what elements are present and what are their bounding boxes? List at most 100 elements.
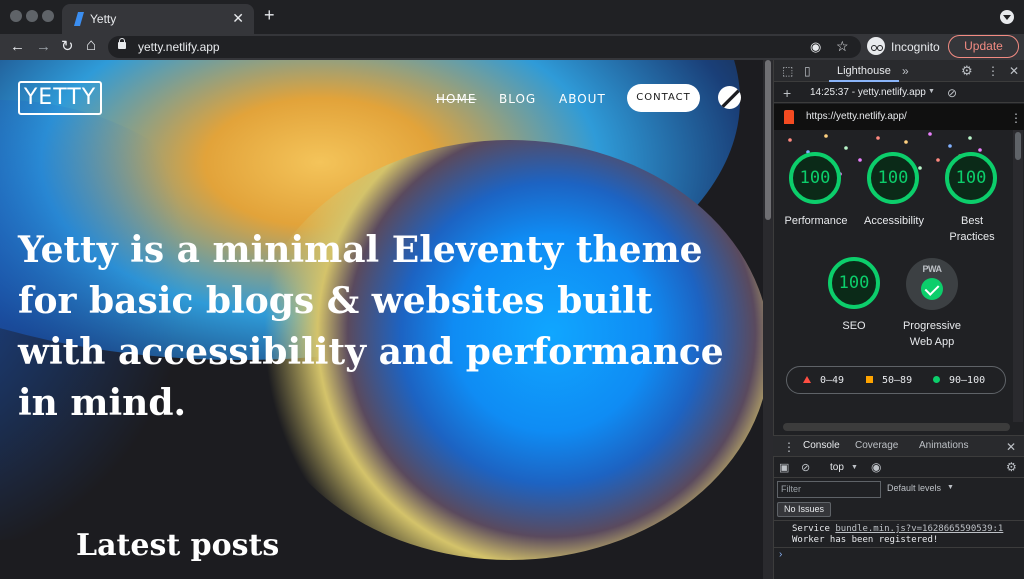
latest-posts-heading: Latest posts: [76, 528, 280, 563]
maximize-window-button[interactable]: [42, 10, 54, 22]
browser-toolbar: ← → ↻ ⌂ yetty.netlify.app ◉ ☆ Incognito …: [0, 34, 1024, 60]
sidebar-toggle-icon[interactable]: ▣: [779, 461, 789, 474]
tab-animations[interactable]: Animations: [919, 440, 968, 451]
device-toolbar-icon[interactable]: ▯: [804, 64, 811, 78]
live-expression-icon[interactable]: ◉: [871, 460, 881, 474]
pwa-label: Progressive Web App: [902, 320, 962, 348]
legend-fail: 0–49: [820, 375, 845, 386]
chevron-down-icon[interactable]: ▼: [947, 484, 954, 491]
tab-search-icon[interactable]: [1000, 10, 1014, 24]
score-legend: 0–49 50–89 90–100: [786, 366, 1006, 394]
incognito-icon[interactable]: [867, 37, 885, 55]
report-url-bar: https://yetty.netlify.app/ ⋮: [774, 104, 1024, 130]
nav-blog-link[interactable]: BLOG: [499, 92, 536, 106]
clear-console-icon[interactable]: ⊘: [801, 461, 810, 474]
drawer-close-icon[interactable]: ✕: [1006, 440, 1016, 454]
log-prefix: Service: [792, 524, 836, 534]
lighthouse-scrollbar-thumb[interactable]: [1015, 132, 1021, 160]
lighthouse-toolbar: + 14:25:37 - yetty.netlify.app ▼ ⊘: [774, 83, 1024, 103]
console-prompt[interactable]: ›: [779, 549, 782, 560]
horizontal-scrollbar[interactable]: [783, 423, 1010, 431]
new-report-icon[interactable]: +: [783, 85, 791, 101]
bookmark-star-icon[interactable]: ☆: [836, 38, 849, 55]
performance-score: 100: [799, 168, 831, 188]
chevron-down-icon[interactable]: ▼: [851, 464, 858, 471]
console-toolbar: ▣ ⊘ top ▼ ◉ ⚙: [773, 458, 1024, 478]
home-icon[interactable]: ⌂: [86, 35, 96, 55]
hero-heading: Yetty is a minimal Eleventy theme for ba…: [18, 229, 724, 424]
log-levels-dropdown[interactable]: Default levels: [887, 483, 941, 493]
clear-reports-icon[interactable]: ⊘: [947, 86, 957, 100]
pass-circle-icon: [933, 376, 940, 383]
incognito-label[interactable]: Incognito: [891, 40, 940, 54]
address-bar[interactable]: yetty.netlify.app ◉ ☆: [108, 36, 861, 58]
performance-gauge[interactable]: 100: [789, 152, 841, 204]
report-selector[interactable]: 14:25:37 - yetty.netlify.app: [810, 87, 926, 98]
console-log-line-1: Service bundle.min.js?v=1628665590539:1: [792, 524, 1003, 534]
inspect-element-icon[interactable]: ⬚: [782, 64, 793, 78]
report-url[interactable]: https://yetty.netlify.app/: [806, 111, 907, 122]
reload-icon[interactable]: ↻: [61, 37, 74, 57]
report-menu-icon[interactable]: ⋮: [1010, 111, 1022, 125]
fail-triangle-icon: [803, 376, 811, 383]
check-icon: [921, 278, 943, 300]
performance-label: Performance: [784, 215, 848, 227]
kebab-menu-icon[interactable]: ⋮: [987, 64, 999, 78]
tab-close-icon[interactable]: ✕: [232, 10, 244, 27]
accessibility-label: Accessibility: [864, 215, 924, 227]
nav-home-link[interactable]: HOME: [436, 92, 476, 106]
best-practices-score: 100: [955, 168, 987, 188]
theme-toggle-icon[interactable]: [718, 86, 741, 109]
drawer-menu-icon[interactable]: ⋮: [783, 440, 795, 454]
best-practices-label: Best Practices: [949, 215, 995, 243]
chevron-down-icon[interactable]: ▼: [928, 88, 935, 95]
pwa-badge[interactable]: PWA: [906, 258, 958, 310]
minimize-window-button[interactable]: [26, 10, 38, 22]
page-scrollbar[interactable]: [763, 60, 773, 579]
average-square-icon: [866, 376, 873, 383]
log-source-link[interactable]: bundle.min.js?v=1628665590539:1: [835, 524, 1003, 534]
new-tab-button[interactable]: +: [264, 5, 275, 26]
console-filter-input[interactable]: Filter: [777, 481, 881, 498]
close-window-button[interactable]: [10, 10, 22, 22]
context-selector[interactable]: top: [830, 462, 844, 473]
gear-icon[interactable]: ⚙: [961, 63, 973, 79]
eye-off-icon[interactable]: ◉: [810, 39, 821, 55]
issues-button[interactable]: No Issues: [777, 502, 831, 517]
seo-label: SEO: [842, 320, 866, 332]
tab-coverage[interactable]: Coverage: [855, 440, 898, 451]
update-button[interactable]: Update: [948, 35, 1019, 58]
contact-button[interactable]: CONTACT: [627, 84, 700, 112]
nav-about-link[interactable]: ABOUT: [559, 92, 606, 106]
close-icon[interactable]: ✕: [1009, 64, 1019, 78]
browser-tab-bar: Yetty ✕ +: [0, 0, 1024, 34]
pwa-badge-text: PWA: [922, 264, 942, 274]
tab-title: Yetty: [90, 12, 117, 26]
forward-icon[interactable]: →: [36, 37, 51, 57]
best-practices-gauge[interactable]: 100: [945, 152, 997, 204]
url-text[interactable]: yetty.netlify.app: [138, 40, 220, 54]
lighthouse-scrollbar[interactable]: [1013, 130, 1023, 422]
page-scrollbar-thumb[interactable]: [765, 60, 771, 220]
tab-lighthouse[interactable]: Lighthouse: [829, 60, 899, 82]
yetty-favicon-icon: [74, 12, 84, 26]
back-icon[interactable]: ←: [10, 37, 25, 57]
lighthouse-logo-icon: [784, 110, 794, 124]
tab-console[interactable]: Console: [803, 440, 840, 451]
accessibility-gauge[interactable]: 100: [867, 152, 919, 204]
seo-score: 100: [838, 273, 870, 293]
page-viewport: YETTY HOME BLOG ABOUT CONTACT Yetty is a…: [0, 60, 763, 579]
legend-average: 50–89: [882, 375, 913, 386]
more-tabs-icon[interactable]: »: [902, 64, 909, 78]
devtools-tab-strip: ⬚ ▯ Lighthouse » ⚙ ⋮ ✕: [774, 60, 1024, 82]
filter-placeholder: Filter: [781, 484, 801, 494]
site-logo[interactable]: YETTY: [18, 81, 102, 115]
legend-pass: 90–100: [949, 375, 986, 386]
gear-icon[interactable]: ⚙: [1006, 460, 1017, 474]
browser-tab-yetty[interactable]: Yetty ✕: [62, 4, 254, 34]
console-log-line-2: Worker has been registered!: [792, 535, 939, 545]
accessibility-score: 100: [877, 168, 909, 188]
lock-icon[interactable]: [118, 38, 126, 49]
drawer-tab-strip: ⋮ Console Coverage Animations ✕: [773, 435, 1024, 457]
seo-gauge[interactable]: 100: [828, 257, 880, 309]
